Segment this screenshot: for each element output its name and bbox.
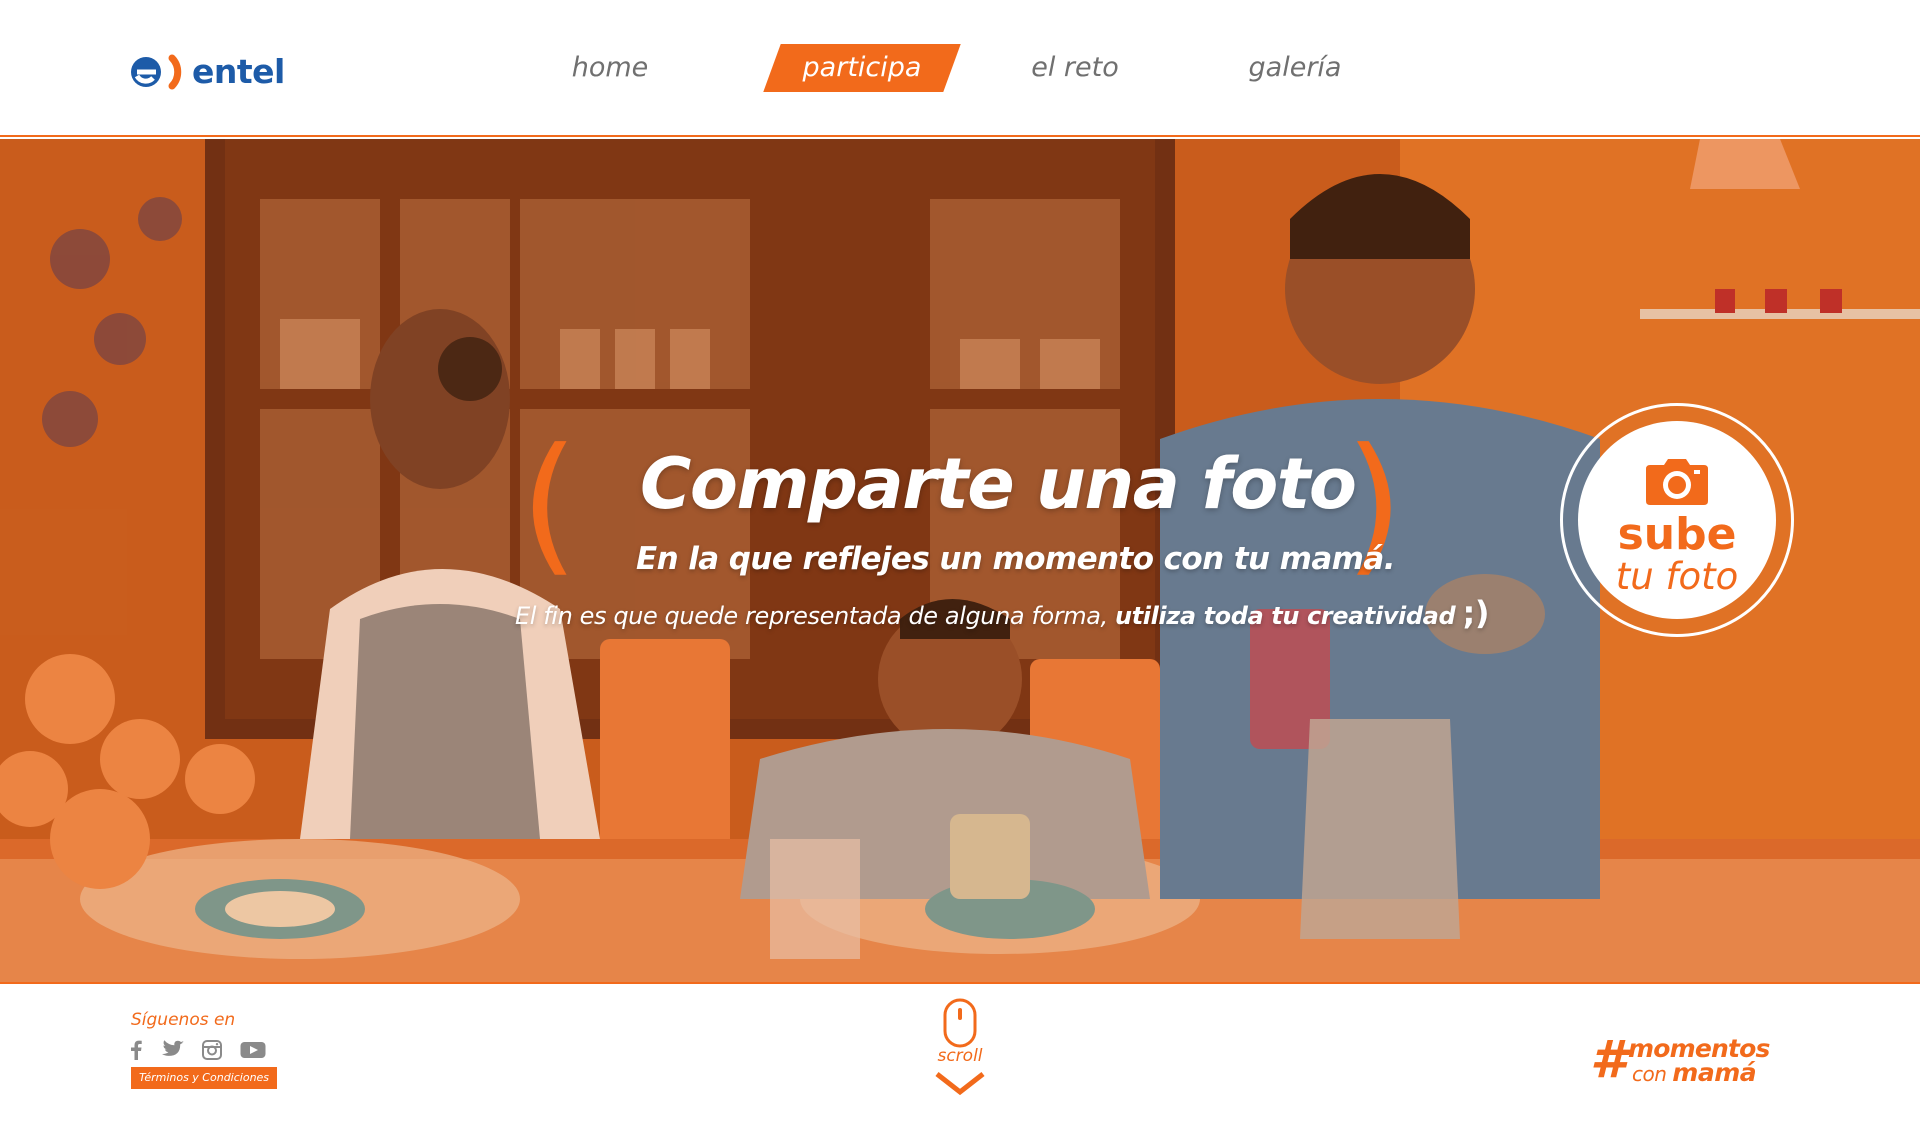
upload-photo-button[interactable]: sube tu foto	[1560, 403, 1794, 637]
nav-item-home[interactable]: home	[560, 44, 660, 92]
upload-photo-circle: sube tu foto	[1578, 421, 1776, 619]
facebook-icon[interactable]	[130, 1040, 142, 1064]
nav-item-galeria[interactable]: galería	[1240, 44, 1350, 92]
hero-tagline: El fin es que quede representada de algu…	[515, 594, 1490, 632]
scroll-indicator[interactable]: scroll	[930, 998, 990, 1098]
hero-subheadline: En la que reflejes un momento con tu mam…	[636, 541, 1395, 577]
hero-headline: Comparte una foto	[640, 443, 1357, 525]
scroll-label: scroll	[937, 1046, 983, 1066]
camera-icon	[1646, 459, 1708, 505]
twitter-icon[interactable]	[160, 1040, 184, 1064]
nav-item-el-reto[interactable]: el reto	[1020, 44, 1130, 92]
upload-label-tu-foto: tu foto	[1615, 555, 1739, 598]
tagline-wink: ;)	[1462, 594, 1490, 632]
youtube-icon[interactable]	[240, 1040, 266, 1064]
hero-banner: ( ) Comparte una foto En la que reflejes…	[0, 139, 1920, 982]
entel-logo-icon	[131, 54, 182, 90]
tagline-regular: El fin es que quede representada de algu…	[515, 602, 1108, 630]
follow-us-label: Síguenos en	[131, 1010, 236, 1030]
instagram-icon[interactable]	[202, 1040, 222, 1064]
footer-divider	[0, 982, 1920, 984]
nav-item-participa[interactable]: participa	[763, 44, 961, 92]
hashtag-line2-bold: mamá	[1672, 1058, 1757, 1087]
nav-label: home	[571, 52, 649, 83]
site-header: entel home participa el reto galería	[0, 0, 1920, 137]
hashtag-line2: con mamá	[1632, 1058, 1757, 1087]
entel-wordmark: entel	[192, 52, 285, 91]
nav-label: participa	[802, 52, 922, 83]
hero-message: ( ) Comparte una foto En la que reflejes…	[515, 417, 1490, 769]
social-links	[130, 1040, 284, 1064]
left-parenthesis-decoration: (	[520, 417, 579, 591]
upload-label-sube: sube	[1617, 509, 1737, 560]
entel-logo[interactable]: entel	[128, 50, 285, 94]
tagline-bold: utiliza toda tu creatividad	[1115, 602, 1456, 630]
hashtag-line2-prefix: con	[1632, 1062, 1667, 1086]
terms-and-conditions-link[interactable]: Términos y Condiciones	[131, 1067, 277, 1089]
campaign-hashtag-logo: # momentos con mamá	[1590, 1030, 1790, 1090]
nav-label: galería	[1248, 52, 1342, 83]
nav-label: el reto	[1031, 52, 1119, 83]
hashtag-symbol: #	[1590, 1030, 1627, 1090]
